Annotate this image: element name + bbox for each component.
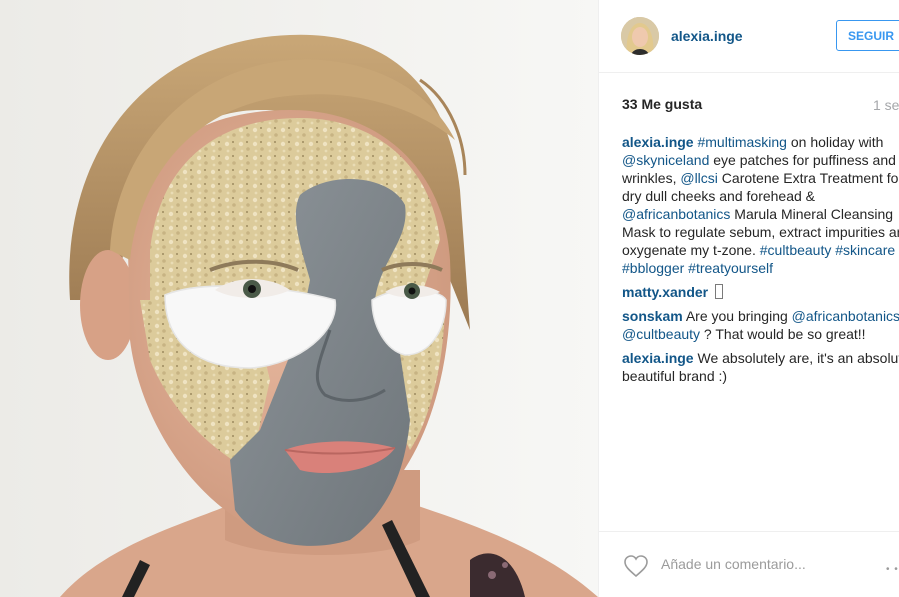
comment: sonskam Are you bringing @africanbotanic…	[622, 307, 899, 343]
caption-username[interactable]: alexia.inge	[622, 134, 694, 150]
unsupported-glyph-icon	[715, 284, 723, 299]
mention-link[interactable]: @africanbotanics	[622, 206, 730, 222]
mention-link[interactable]: @cultbeauty	[622, 326, 700, 342]
mention-link[interactable]: @skyniceland	[622, 152, 709, 168]
comment-username[interactable]: alexia.inge	[622, 350, 694, 366]
comment-text: Are you bringing	[685, 308, 792, 324]
mention-link[interactable]: #bblogger	[622, 260, 684, 276]
comment: alexia.inge We absolutely are, it's an a…	[622, 349, 899, 385]
mention-link[interactable]: #cultbeauty	[760, 242, 832, 258]
heart-icon[interactable]	[623, 554, 649, 578]
likes-count[interactable]: 33 Me gusta	[622, 96, 702, 112]
post-timestamp[interactable]: 1 sem	[873, 97, 899, 113]
caption-text: #multimasking on holiday with @skynicela…	[622, 134, 899, 276]
comments-list: alexia.inge #multimasking on holiday wit…	[622, 133, 899, 391]
comment-text: on holiday with	[786, 134, 884, 150]
avatar[interactable]	[621, 17, 659, 55]
post-details-panel: alexia.inge SEGUIR 33 Me gusta 1 sem ale…	[598, 0, 899, 597]
mention-link[interactable]: @llcsi	[680, 170, 718, 186]
more-options-icon[interactable]: • • •	[886, 564, 899, 575]
comment: matty.xander	[622, 283, 899, 301]
comments-container: matty.xander sonskam Are you bringing @a…	[622, 283, 899, 385]
comment-username[interactable]: sonskam	[622, 308, 683, 324]
mention-link[interactable]: #skincare	[835, 242, 895, 258]
add-comment-input[interactable]: Añade un comentario...	[661, 556, 806, 572]
mention-link[interactable]: #treatyourself	[688, 260, 773, 276]
avatar-image	[621, 17, 659, 55]
follow-button[interactable]: SEGUIR	[836, 20, 899, 51]
post-image[interactable]	[0, 0, 598, 597]
post-image-illustration	[0, 0, 598, 597]
caption: alexia.inge #multimasking on holiday wit…	[622, 133, 899, 277]
mention-link[interactable]: #multimasking	[697, 134, 786, 150]
post-footer: Añade un comentario... • • •	[599, 531, 899, 597]
comment-username[interactable]: matty.xander	[622, 284, 708, 300]
post-header: alexia.inge SEGUIR	[599, 0, 899, 73]
post-author-username[interactable]: alexia.inge	[671, 28, 743, 44]
comment-text: ? That would be so great!!	[700, 326, 866, 342]
mention-link[interactable]: @africanbotanics	[792, 308, 899, 324]
